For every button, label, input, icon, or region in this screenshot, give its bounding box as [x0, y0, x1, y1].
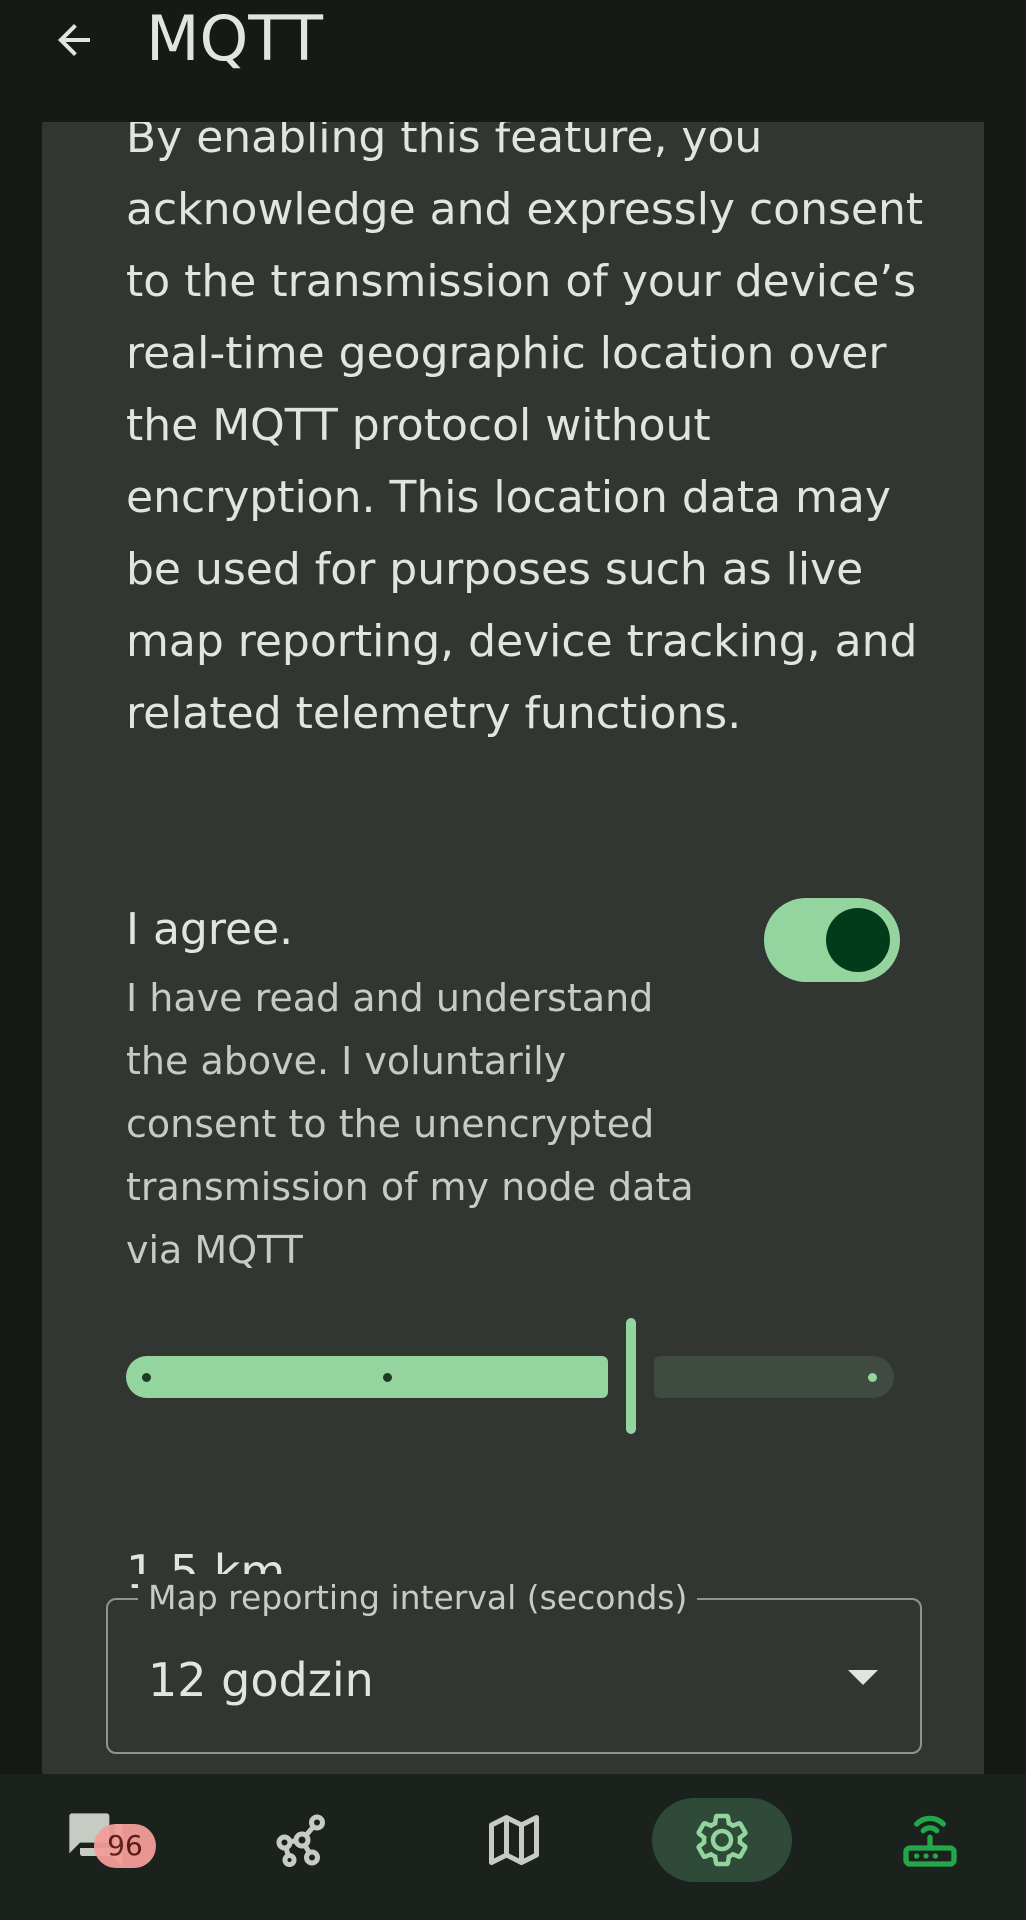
disclaimer-text: By enabling this feature, you acknowledg… [126, 122, 924, 739]
nav-settings[interactable] [652, 1798, 792, 1882]
top-app-bar: MQTT [0, 0, 1026, 122]
dropdown-label: Map reporting interval (seconds) [138, 1574, 698, 1622]
dropdown-value: 12 godzin [148, 1653, 374, 1707]
nav-connections[interactable] [860, 1798, 1000, 1882]
consent-title: I agree. [126, 904, 294, 955]
slider-inactive-track [654, 1356, 894, 1398]
slider-tick [868, 1373, 877, 1382]
unread-badge: 96 [94, 1824, 156, 1868]
slider-tick [142, 1373, 151, 1382]
router-connected-icon [903, 1815, 957, 1867]
nav-nodes[interactable] [232, 1798, 372, 1882]
slider-thumb[interactable] [626, 1318, 636, 1434]
map-icon [489, 1815, 539, 1865]
precision-slider[interactable] [126, 1318, 894, 1438]
nav-map[interactable] [444, 1798, 584, 1882]
nodes-icon [276, 1814, 326, 1868]
slider-active-track [126, 1356, 608, 1398]
toggle-knob [826, 908, 890, 972]
slider-tick [383, 1373, 392, 1382]
dropdown-arrow-icon [848, 1670, 878, 1685]
back-button[interactable] [44, 10, 104, 70]
page-title: MQTT [146, 2, 323, 75]
settings-icon [696, 1813, 748, 1867]
map-interval-dropdown[interactable]: Map reporting interval (seconds) 12 godz… [106, 1574, 922, 1754]
consent-description: I have read and understand the above. I … [126, 976, 694, 1272]
consent-toggle[interactable] [764, 898, 900, 982]
arrow-left-icon [58, 24, 90, 56]
settings-card[interactable]: By enabling this feature, you acknowledg… [42, 122, 984, 1774]
